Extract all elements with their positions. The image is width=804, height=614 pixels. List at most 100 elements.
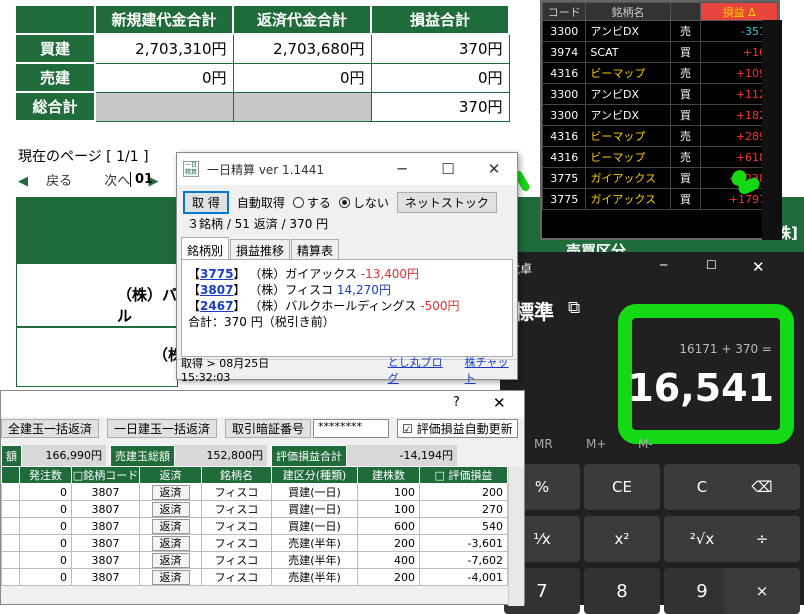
shares-cell: 600 <box>357 517 420 535</box>
position-row[interactable]: 0 3807 返済 フィスコ 買建(一日) 100 200 <box>1 483 508 501</box>
row-select-cell[interactable] <box>1 483 20 501</box>
col-shares[interactable]: 建株数 <box>357 466 420 484</box>
close-icon[interactable]: ✕ <box>493 394 506 412</box>
repay-button[interactable]: 返済 <box>151 536 190 551</box>
fetch-button[interactable]: 取 得 <box>183 191 229 214</box>
ticker-row[interactable]: 3300 アンビDX 売 -3513 <box>541 20 778 42</box>
position-row[interactable]: 0 3807 返済 フィスコ 売建(半年) 400 -7,602 <box>1 551 508 569</box>
ticker-row[interactable]: 4316 ビーマップ売 +2891 <box>541 125 778 147</box>
stock-code-link[interactable]: 2467 <box>200 299 233 313</box>
row-select-cell[interactable] <box>1 517 20 535</box>
order-qty-cell[interactable]: 0 <box>19 534 72 552</box>
repay-button[interactable]: 返済 <box>151 502 190 517</box>
grid-scrollbar[interactable] <box>508 467 524 606</box>
repay-button[interactable]: 返済 <box>151 519 190 534</box>
col-repay[interactable]: 返済 <box>139 466 202 484</box>
prev-link[interactable]: ◀ 戻る <box>18 174 86 189</box>
repay-button[interactable]: 返済 <box>151 570 190 585</box>
chat-link[interactable]: 株チャット <box>465 354 517 386</box>
ticker-col-code[interactable]: コード <box>541 2 587 21</box>
seisan-controls: 取 得 自動取得 する しない ネットストック <box>183 191 497 214</box>
order-qty-cell[interactable]: 0 <box>19 517 72 535</box>
order-qty-cell[interactable]: 0 <box>19 500 72 518</box>
clear-entry-key[interactable]: CE <box>584 464 660 510</box>
ticker-code: 4316 <box>541 146 587 168</box>
backspace-key[interactable]: ⌫ <box>724 464 800 510</box>
page-number-box[interactable]: 01 <box>130 172 153 187</box>
minimize-icon[interactable]: ─ <box>660 258 667 272</box>
repay-all-button[interactable]: 全建玉一括返済 <box>1 419 100 438</box>
col-eval-pl[interactable]: □ 評価損益 <box>419 466 508 484</box>
memory-add-button[interactable]: M+ <box>586 437 606 451</box>
close-icon[interactable]: ✕ <box>471 153 517 185</box>
memory-recall-button[interactable]: MR <box>534 437 553 451</box>
divide-key[interactable]: ÷ <box>724 516 800 562</box>
ticker-row[interactable]: 4316 ビーマップ売 +1091 <box>541 62 778 84</box>
ticker-col-name[interactable]: 銘柄名 <box>585 2 671 21</box>
order-qty-cell[interactable]: 0 <box>19 568 72 586</box>
tab-pl-trend[interactable]: 損益推移 <box>230 239 291 261</box>
close-icon[interactable]: ✕ <box>752 258 765 276</box>
auto-update-checkbox[interactable]: ☑ 評価損益自動更新 <box>397 419 518 438</box>
row-select-cell[interactable] <box>1 500 20 518</box>
position-row[interactable]: 0 3807 返済 フィスコ 買建(一日) 600 540 <box>1 517 508 535</box>
row-select-cell[interactable] <box>1 534 20 552</box>
repay-button[interactable]: 返済 <box>151 485 190 500</box>
name-cell: フィスコ <box>201 568 272 586</box>
col-order-qty[interactable]: 発注数 <box>19 466 72 484</box>
ticker-name: ガイアックス <box>585 188 671 210</box>
kind-cell: 買建(一日) <box>271 517 358 535</box>
name-cell: フィスコ <box>201 483 272 501</box>
seisan-title: 一日精算 ver 1.1441 <box>207 162 325 177</box>
ticker-col-pl[interactable]: 損益 Δ <box>700 2 778 21</box>
maximize-icon[interactable]: ☐ <box>425 153 471 185</box>
ticker-col-side[interactable] <box>669 2 702 21</box>
radio-icon <box>292 197 304 208</box>
netstock-button[interactable]: ネットストック <box>396 192 497 213</box>
position-row[interactable]: 0 3807 返済 フィスコ 買建(一日) 100 270 <box>1 500 508 518</box>
repay-button[interactable]: 返済 <box>151 553 190 568</box>
digit-8-key[interactable]: 8 <box>584 568 660 614</box>
ticker-row[interactable]: 3300 アンビDX 買 +1127 <box>541 83 778 105</box>
ticker-row[interactable]: 4316 ビーマップ売 +6181 <box>541 146 778 168</box>
name-cell: フィスコ <box>201 500 272 518</box>
help-icon[interactable]: ? <box>453 395 460 410</box>
row-select-cell[interactable] <box>1 551 20 569</box>
ticker-side: 売 <box>669 125 702 147</box>
auto-fetch-on-radio[interactable]: する <box>292 194 331 211</box>
square-key[interactable]: x² <box>584 516 660 562</box>
blog-link[interactable]: とし丸ブログ <box>388 354 451 386</box>
col-kind[interactable]: 建区分(種類) <box>271 466 358 484</box>
ticker-col-pl-label: 損益 <box>722 5 745 19</box>
pin-input[interactable]: ******** <box>313 419 390 438</box>
stock-code-link[interactable]: 3807 <box>200 283 233 297</box>
ticker-side: 買 <box>669 104 702 126</box>
keep-on-top-icon[interactable]: ⧉ <box>568 298 580 318</box>
stock-code-link[interactable]: 3775 <box>200 267 233 281</box>
repay-daytrade-button[interactable]: 一日建玉一括返済 <box>107 419 218 438</box>
prev-arrow-icon: ◀ <box>18 174 28 189</box>
col-select[interactable] <box>1 466 20 484</box>
multiply-key[interactable]: × <box>724 568 800 614</box>
position-row[interactable]: 0 3807 返済 フィスコ 売建(半年) 200 -4,001 <box>1 568 508 586</box>
ticker-row[interactable]: 3300 アンビDX 買 +1827 <box>541 104 778 126</box>
row-select-cell[interactable] <box>1 568 20 586</box>
code-cell: 3807 <box>71 517 140 535</box>
memory-subtract-button[interactable]: M- <box>638 437 653 451</box>
maximize-icon[interactable]: ☐ <box>706 258 717 272</box>
tab-settlement[interactable]: 精算表 <box>291 239 340 261</box>
col-code[interactable]: □銘柄コード <box>71 466 140 484</box>
minimize-icon[interactable]: ─ <box>379 153 425 185</box>
tab-by-stock[interactable]: 銘柄別 <box>181 237 230 261</box>
col-name[interactable]: 銘柄名 <box>201 466 272 484</box>
ticker-scroll-area[interactable] <box>762 20 782 240</box>
auto-fetch-off-radio[interactable]: しない <box>338 194 389 211</box>
sum-value-buy: 166,990円 <box>22 445 106 467</box>
position-row[interactable]: 0 3807 返済 フィスコ 売建(半年) 200 -3,601 <box>1 534 508 552</box>
total-pl-value: 370円 <box>370 91 510 122</box>
ticker-row[interactable]: 3974 SCAT 買 +168 <box>541 41 778 63</box>
calc-mode[interactable]: 標準 <box>514 296 554 325</box>
prev-label: 戻る <box>46 174 73 189</box>
order-qty-cell[interactable]: 0 <box>19 483 72 501</box>
order-qty-cell[interactable]: 0 <box>19 551 72 569</box>
